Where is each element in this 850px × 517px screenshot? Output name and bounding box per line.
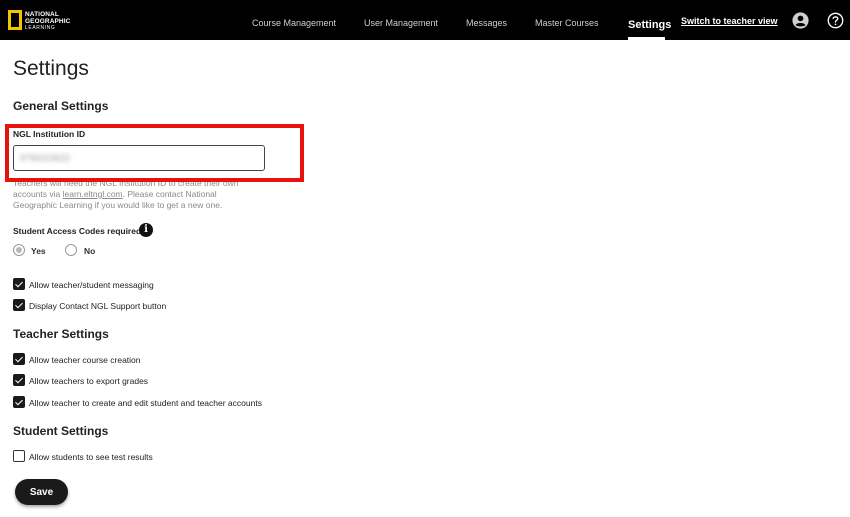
- helper-line-2: accounts via learn.eltngl.com. Please co…: [13, 189, 263, 200]
- access-codes-yes-radio[interactable]: [13, 244, 25, 256]
- yellow-border-icon: [8, 10, 22, 30]
- page-title: Settings: [13, 57, 89, 80]
- general-settings-heading: General Settings: [13, 99, 109, 113]
- teacher-export-grades-label: Allow teachers to export grades: [29, 376, 149, 386]
- nav-settings[interactable]: Settings: [628, 19, 671, 31]
- access-codes-yes-label: Yes: [31, 246, 46, 256]
- nav-messages[interactable]: Messages: [466, 18, 507, 28]
- student-test-results-label: Allow students to see test results: [29, 452, 153, 462]
- teacher-edit-accounts-checkbox[interactable]: [13, 396, 25, 408]
- display-support-button-checkbox[interactable]: [13, 299, 25, 311]
- learn-eltngl-link[interactable]: learn.eltngl.com: [63, 189, 123, 199]
- teacher-course-creation-checkbox[interactable]: [13, 353, 25, 365]
- active-tab-indicator: [628, 37, 665, 40]
- teacher-edit-accounts-label: Allow teacher to create and edit student…: [29, 398, 262, 408]
- teacher-course-creation-label: Allow teacher course creation: [29, 355, 141, 365]
- allow-messaging-label: Allow teacher/student messaging: [29, 280, 154, 290]
- logo-line-2: GEOGRAPHIC: [25, 18, 71, 25]
- help-icon[interactable]: [827, 12, 844, 29]
- highlight-box: [5, 124, 304, 182]
- save-button[interactable]: Save: [15, 479, 68, 505]
- logo-wordmark: NATIONAL GEOGRAPHIC LEARNING: [25, 11, 70, 32]
- user-account-icon[interactable]: [792, 12, 809, 29]
- helper-prefix: accounts via: [13, 189, 63, 199]
- switch-to-teacher-view-link[interactable]: Switch to teacher view: [681, 16, 778, 26]
- student-settings-heading: Student Settings: [13, 424, 109, 438]
- logo-line-1: NATIONAL: [25, 11, 59, 18]
- access-codes-no-radio[interactable]: [65, 244, 77, 256]
- teacher-settings-heading: Teacher Settings: [13, 327, 109, 341]
- logo-line-3: LEARNING: [25, 25, 56, 31]
- nav-master-courses[interactable]: Master Courses: [535, 18, 599, 28]
- helper-line-3: Geographic Learning if you would like to…: [13, 200, 223, 210]
- nav-course-management[interactable]: Course Management: [252, 18, 336, 28]
- allow-messaging-checkbox[interactable]: [13, 278, 25, 290]
- student-test-results-checkbox[interactable]: [13, 450, 25, 462]
- national-geographic-logo[interactable]: NATIONAL GEOGRAPHIC LEARNING: [8, 10, 78, 32]
- access-codes-label: Student Access Codes required: [13, 226, 142, 236]
- helper-suffix: . Please contact National: [122, 189, 217, 199]
- access-codes-no-label: No: [84, 246, 96, 256]
- teacher-export-grades-checkbox[interactable]: [13, 374, 25, 386]
- institution-id-helper-text: Teachers will need the NGL Institution I…: [13, 178, 263, 211]
- nav-user-management[interactable]: User Management: [364, 18, 438, 28]
- display-support-button-label: Display Contact NGL Support button: [29, 301, 167, 311]
- info-icon[interactable]: i: [139, 223, 153, 237]
- top-nav-bar: NATIONAL GEOGRAPHIC LEARNING Course Mana…: [0, 0, 850, 40]
